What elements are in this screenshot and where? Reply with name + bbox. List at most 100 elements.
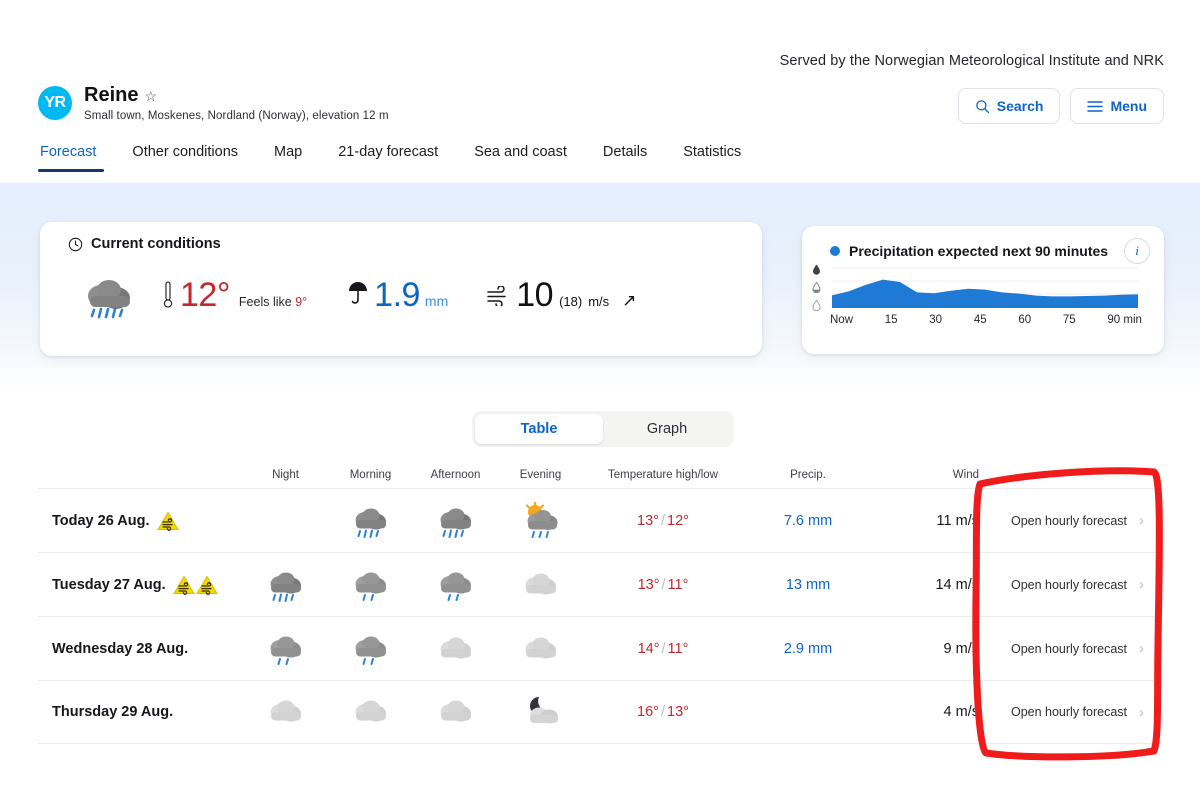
precipitation-title: Precipitation expected next 90 minutes (849, 243, 1109, 259)
chevron-right-icon: › (1139, 512, 1145, 529)
wind-icon (487, 285, 506, 306)
open-hourly-forecast-link[interactable]: Open hourly forecast › (993, 704, 1162, 721)
row-morning-icon (328, 693, 413, 731)
forecast-table: Night Morning Afternoon Evening Temperat… (38, 462, 1162, 744)
row-wind: 14 m/s (935, 576, 979, 593)
row-precipitation: 2.9 mm (783, 640, 833, 657)
temp-high: 13° (637, 576, 660, 593)
table-row[interactable]: Wednesday 28 Aug. 14° / 11° 2.9 mm 9 m/s… (38, 616, 1162, 680)
row-afternoon-icon (413, 502, 498, 540)
temp-high: 13° (637, 512, 659, 529)
table-row[interactable]: Today 26 Aug. 13° / 12° 7.6 mm 11 m/s Op… (38, 488, 1162, 552)
precipitation-area-chart (832, 267, 1138, 308)
row-temperature: 13°/11° (637, 576, 689, 593)
location-subtitle: Small town, Moskenes, Nordland (Norway),… (84, 110, 389, 122)
temp-low: 11° (667, 640, 689, 657)
wind-warning-icon (195, 575, 218, 595)
chevron-right-icon: › (1139, 703, 1145, 721)
info-icon[interactable]: i (1124, 238, 1150, 264)
temp-low: 12° (667, 512, 689, 529)
toggle-table-button[interactable]: Table (475, 414, 603, 444)
tab-details[interactable]: Details (585, 144, 665, 172)
heavy-droplet-icon (813, 264, 820, 275)
table-row[interactable]: Tuesday 27 Aug. 13° / 11° 13 mm 14 m/s O… (38, 552, 1162, 616)
row-wind: 11 m/s (936, 512, 979, 529)
menu-button[interactable]: Menu (1070, 88, 1164, 124)
row-evening-icon (498, 501, 583, 540)
temp-high: 16° (637, 704, 659, 720)
header-precipitation: Precip. (790, 469, 826, 481)
current-conditions-values: 12° Feels like 9° 1.9 mm 10 (18) m/s ↗ (70, 270, 752, 320)
wind-unit: m/s (588, 293, 610, 309)
row-day-cell: Tuesday 27 Aug. (38, 575, 243, 595)
search-icon (975, 99, 989, 113)
row-day-label: Wednesday 28 Aug. (52, 640, 189, 657)
current-temperature: 12° (180, 275, 230, 314)
wind-gust: (18) (559, 293, 583, 309)
precipitation-header: Precipitation expected next 90 minutes i (830, 238, 1150, 264)
precipitation-unit: mm (424, 292, 449, 309)
wind-group: 10 (18) m/s ↗ (486, 276, 636, 315)
table-row[interactable]: Thursday 29 Aug. 16° / 13° 4 m/s Open ho… (38, 680, 1162, 744)
open-hourly-forecast-label: Open hourly forecast (1010, 577, 1128, 592)
hamburger-icon (1087, 100, 1104, 112)
row-morning-icon (328, 566, 413, 604)
thermometer-icon (163, 281, 173, 308)
precipitation-axis-labels: Now 15 30 45 60 75 90 min (830, 314, 1142, 326)
open-hourly-forecast-link[interactable]: Open hourly forecast › (993, 576, 1162, 593)
row-afternoon-icon (413, 693, 498, 731)
current-weather-icon (70, 270, 148, 320)
tab-statistics[interactable]: Statistics (665, 144, 759, 172)
row-day-label: Today 26 Aug. (52, 512, 150, 529)
current-wind-speed: 10 (516, 275, 554, 314)
header-morning: Morning (349, 469, 392, 481)
tab-sea-and-coast[interactable]: Sea and coast (456, 144, 585, 172)
open-hourly-forecast-link[interactable]: Open hourly forecast › (993, 512, 1162, 529)
row-temperature: 14°/11° (637, 640, 689, 657)
tab-navigation: Forecast Other conditions Map 21-day for… (38, 144, 1200, 172)
precipitation-axis-icons (812, 264, 821, 311)
favorite-star-icon[interactable]: ☆ (144, 89, 157, 103)
header-buttons: Search Menu (957, 88, 1164, 124)
tick-now: Now (830, 314, 854, 326)
tab-21-day-forecast[interactable]: 21-day forecast (320, 144, 456, 172)
moderate-droplet-icon (812, 282, 821, 293)
chevron-right-icon: › (1139, 640, 1145, 657)
row-morning-icon (328, 630, 413, 668)
temp-low: 13° (667, 704, 689, 720)
header-night: Night (272, 469, 299, 481)
search-button[interactable]: Search (957, 88, 1061, 124)
open-hourly-forecast-label: Open hourly forecast (1010, 513, 1128, 528)
row-evening-icon (498, 566, 583, 604)
menu-button-label: Menu (1110, 98, 1147, 114)
open-hourly-forecast-link[interactable]: Open hourly forecast › (993, 640, 1162, 657)
row-precipitation: 7.6 mm (783, 512, 833, 529)
clock-icon (68, 237, 83, 251)
tab-other-conditions[interactable]: Other conditions (114, 144, 256, 172)
row-temperature: 16°/13° (637, 704, 689, 720)
row-wind: 9 m/s (943, 640, 979, 657)
row-day-cell: Wednesday 28 Aug. (38, 641, 243, 657)
toggle-graph-button[interactable]: Graph (603, 414, 731, 444)
tick-45: 45 (973, 314, 987, 326)
table-graph-toggle: Table Graph (472, 411, 734, 447)
row-night-icon (243, 693, 328, 731)
search-button-label: Search (996, 98, 1044, 114)
tab-forecast[interactable]: Forecast (38, 144, 114, 172)
warning-icons[interactable] (172, 575, 218, 595)
warning-icons[interactable] (156, 511, 179, 531)
header-afternoon: Afternoon (430, 469, 481, 481)
blue-dot-icon (830, 246, 840, 256)
chevron-right-icon: › (1139, 576, 1145, 593)
weather-page: Served by the Norwegian Meteorological I… (0, 0, 1200, 800)
current-conditions-card: Current conditions 12° Feels like 9° 1.9… (40, 222, 762, 356)
wind-warning-icon (156, 511, 179, 531)
row-afternoon-icon (413, 630, 498, 668)
wind-direction-icon: ↗ (622, 290, 637, 310)
tab-map[interactable]: Map (256, 144, 320, 172)
header-wind: Wind (952, 469, 979, 481)
row-precipitation: 13 mm (785, 576, 831, 593)
current-conditions-title: Current conditions (91, 236, 221, 252)
yr-logo-icon[interactable]: YR (38, 86, 72, 120)
temp-high: 14° (637, 640, 660, 657)
